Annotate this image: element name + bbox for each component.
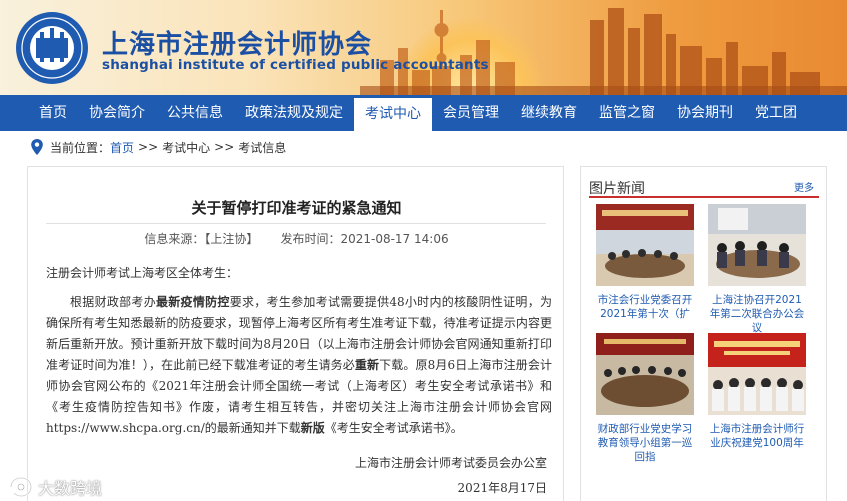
photo-caption[interactable]: 市注会行业党委召开2021年第十次（扩 xyxy=(596,293,694,321)
meeting-photo xyxy=(596,333,694,415)
photo-caption[interactable]: 上海市注册会计师行业庆祝建党100周年 xyxy=(708,422,806,450)
site-title: 上海市注册会计师协会 xyxy=(102,30,373,60)
article-body: 注册会计师考试上海考区全体考生： 根据财政部考办最新疫情防控要求，考生参加考试需… xyxy=(46,263,552,439)
emphasis-text: 新版 xyxy=(300,421,325,435)
city-skyline-illustration xyxy=(360,8,847,95)
nav-party[interactable]: 党工团 xyxy=(744,95,808,131)
signature-organization: 上海市注册会计师考试委员会办公室 xyxy=(354,456,547,470)
breadcrumb-prefix: 当前位置： xyxy=(50,140,111,155)
text-run: 根据财政部考办 xyxy=(70,295,156,309)
article-title: 关于暂停打印准考证的紧急通知 xyxy=(191,199,402,217)
source-value: 【上注协】 xyxy=(204,232,259,246)
nav-public-info[interactable]: 公共信息 xyxy=(156,95,234,131)
nav-home[interactable]: 首页 xyxy=(28,95,78,131)
site-title-english: shanghai institute of certified public a… xyxy=(102,57,489,73)
breadcrumb-separator: >> xyxy=(214,140,235,154)
breadcrumb-separator: >> xyxy=(138,140,159,154)
nav-policies[interactable]: 政策法规及规定 xyxy=(234,95,354,131)
time-value: 2021-08-17 14:06 xyxy=(340,232,449,246)
institute-logo xyxy=(16,12,88,84)
title-divider xyxy=(46,223,546,224)
source-label: 信息来源： xyxy=(144,232,205,246)
more-link[interactable]: 更多 xyxy=(794,179,814,194)
time-label: 发布时间： xyxy=(280,232,341,246)
watermark-text: 大数跨境 xyxy=(38,479,103,498)
header-banner: 上海市注册会计师协会 shanghai institute of certifi… xyxy=(0,0,847,95)
emphasis-text: 重新 xyxy=(354,358,380,372)
main-nav: 首页 协会简介 公共信息 政策法规及规定 考试中心 会员管理 继续教育 监管之窗… xyxy=(0,95,847,131)
heading-underline xyxy=(589,196,819,198)
photo-news-panel: 图片新闻 更多 市注会行业党委召开2021年第十次（扩 上海注协召开2021年第… xyxy=(580,166,827,501)
article-greeting: 注册会计师考试上海考区全体考生： xyxy=(46,266,239,280)
watermark-logo-icon xyxy=(9,476,33,498)
meeting-photo xyxy=(708,204,806,286)
photo-news-heading: 图片新闻 xyxy=(589,181,645,197)
photo-news-item[interactable]: 市注会行业党委召开2021年第十次（扩 xyxy=(596,204,694,321)
event-photo xyxy=(708,333,806,415)
nav-members[interactable]: 会员管理 xyxy=(432,95,510,131)
photo-news-item[interactable]: 财政部行业党史学习教育领导小组第一巡回指 xyxy=(596,333,694,464)
nav-journal[interactable]: 协会期刊 xyxy=(666,95,744,131)
watermark: 大数跨境 xyxy=(8,475,102,499)
breadcrumb: 当前位置： 首页 >> 考试中心 >> 考试信息 xyxy=(30,138,286,156)
photo-news-item[interactable]: 上海注协召开2021年第二次联合办公会议 xyxy=(708,204,806,335)
photo-caption[interactable]: 财政部行业党史学习教育领导小组第一巡回指 xyxy=(596,422,694,464)
photo-news-item[interactable]: 上海市注册会计师行业庆祝建党100周年 xyxy=(708,333,806,450)
article-meta: 信息来源：【上注协】 发布时间：2021-08-17 14:06 xyxy=(28,230,565,247)
article-panel: 关于暂停打印准考证的紧急通知 信息来源：【上注协】 发布时间：2021-08-17… xyxy=(27,166,564,501)
meeting-photo xyxy=(596,204,694,286)
breadcrumb-exam-center[interactable]: 考试中心 xyxy=(162,139,210,156)
emphasis-text: 最新疫情防控 xyxy=(155,295,230,309)
nav-about[interactable]: 协会简介 xyxy=(78,95,156,131)
location-pin-icon xyxy=(31,139,43,155)
nav-exam-center[interactable]: 考试中心 xyxy=(354,95,432,131)
article-paragraph: 根据财政部考办最新疫情防控要求，考生参加考试需要提供48小时内的核酸阴性证明，为… xyxy=(46,292,552,439)
signature-date: 2021年8月17日 xyxy=(457,481,547,495)
photo-caption[interactable]: 上海注协召开2021年第二次联合办公会议 xyxy=(708,293,806,335)
breadcrumb-exam-info: 考试信息 xyxy=(238,140,287,155)
nav-education[interactable]: 继续教育 xyxy=(510,95,588,131)
nav-supervision[interactable]: 监管之窗 xyxy=(588,95,666,131)
text-run: 《考生安全考试承诺书》。 xyxy=(324,421,463,435)
breadcrumb-home-link[interactable]: 首页 xyxy=(110,139,134,156)
